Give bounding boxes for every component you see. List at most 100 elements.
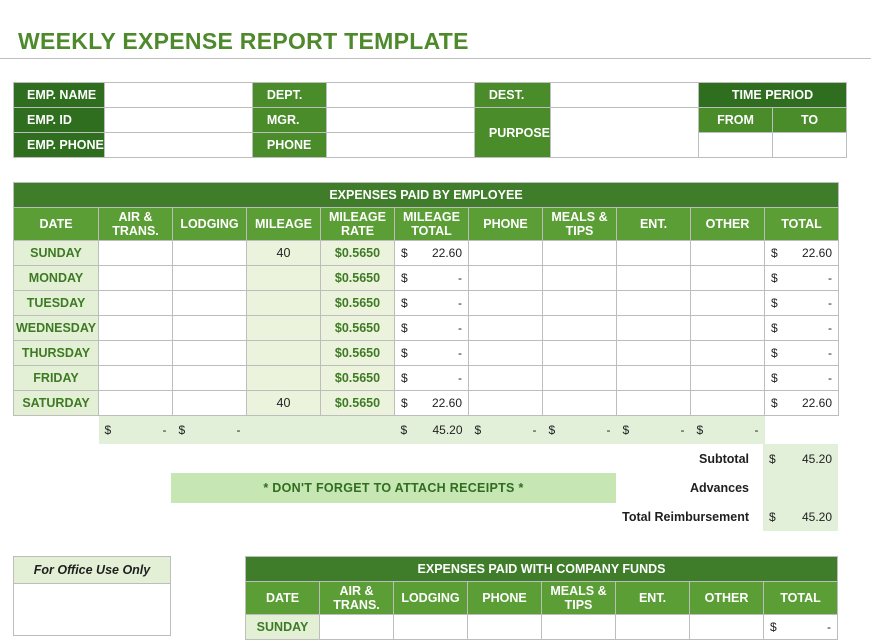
other-cell[interactable] bbox=[691, 241, 765, 266]
lodging-cell[interactable] bbox=[173, 366, 247, 391]
mgr-field[interactable] bbox=[326, 108, 474, 133]
day-label: THURSDAY bbox=[14, 341, 99, 366]
company-col-header-ent: ENT. bbox=[616, 582, 690, 615]
phone-field[interactable] bbox=[326, 133, 474, 158]
air-cell[interactable] bbox=[99, 316, 173, 341]
office-use-box: For Office Use Only bbox=[13, 556, 171, 636]
lodging-cell[interactable] bbox=[173, 241, 247, 266]
company-col-header-lodging: LODGING bbox=[394, 582, 468, 615]
lodging-cell[interactable] bbox=[173, 266, 247, 291]
sum-air: $- bbox=[99, 416, 173, 445]
lodging-cell[interactable] bbox=[173, 341, 247, 366]
company-other-cell[interactable] bbox=[690, 615, 764, 640]
purpose-field[interactable] bbox=[551, 108, 699, 158]
table-row: TUESDAY$0.5650$-$- bbox=[14, 291, 839, 316]
ent-cell[interactable] bbox=[617, 391, 691, 416]
dest-label: DEST. bbox=[474, 83, 550, 108]
meals-cell[interactable] bbox=[543, 266, 617, 291]
sum-mileage bbox=[247, 416, 321, 445]
mileage-rate-cell: $0.5650 bbox=[321, 241, 395, 266]
air-cell[interactable] bbox=[99, 341, 173, 366]
mileage-cell[interactable]: 40 bbox=[247, 241, 321, 266]
phone-cell[interactable] bbox=[469, 391, 543, 416]
to-label: TO bbox=[773, 108, 847, 133]
other-cell[interactable] bbox=[691, 366, 765, 391]
row-total-cell: $- bbox=[765, 266, 839, 291]
phone-cell[interactable] bbox=[469, 316, 543, 341]
from-label: FROM bbox=[699, 108, 773, 133]
meals-cell[interactable] bbox=[543, 391, 617, 416]
emp-id-field[interactable] bbox=[104, 108, 252, 133]
air-cell[interactable] bbox=[99, 291, 173, 316]
row-total-cell: $22.60 bbox=[765, 391, 839, 416]
receipts-reminder: * DON'T FORGET TO ATTACH RECEIPTS * bbox=[171, 473, 616, 503]
to-field[interactable] bbox=[773, 133, 847, 158]
other-cell[interactable] bbox=[691, 291, 765, 316]
company-col-header-meals-tips: MEALS & TIPS bbox=[542, 582, 616, 615]
phone-cell[interactable] bbox=[469, 241, 543, 266]
col-header-total: TOTAL bbox=[765, 208, 839, 241]
mileage-total-cell: $22.60 bbox=[395, 391, 469, 416]
sum-phone: $- bbox=[469, 416, 543, 445]
meals-cell[interactable] bbox=[543, 341, 617, 366]
air-cell[interactable] bbox=[99, 366, 173, 391]
col-header-meals-tips: MEALS & TIPS bbox=[543, 208, 617, 241]
dept-field[interactable] bbox=[326, 83, 474, 108]
mileage-cell[interactable] bbox=[247, 291, 321, 316]
meals-cell[interactable] bbox=[543, 366, 617, 391]
air-cell[interactable] bbox=[99, 266, 173, 291]
lodging-cell[interactable] bbox=[173, 291, 247, 316]
from-field[interactable] bbox=[699, 133, 773, 158]
company-meals-cell[interactable] bbox=[542, 615, 616, 640]
mileage-cell[interactable] bbox=[247, 341, 321, 366]
day-label: SATURDAY bbox=[14, 391, 99, 416]
other-cell[interactable] bbox=[691, 391, 765, 416]
subtotal-label: Subtotal bbox=[600, 452, 749, 466]
company-row: SUNDAY $- bbox=[246, 615, 838, 640]
phone-cell[interactable] bbox=[469, 266, 543, 291]
col-header-mileage-rate: MILEAGE RATE bbox=[321, 208, 395, 241]
meals-cell[interactable] bbox=[543, 241, 617, 266]
col-header-other: OTHER bbox=[691, 208, 765, 241]
air-cell[interactable] bbox=[99, 391, 173, 416]
other-cell[interactable] bbox=[691, 266, 765, 291]
mileage-cell[interactable]: 40 bbox=[247, 391, 321, 416]
employee-info-table: EMP. NAME DEPT. DEST. TIME PERIOD EMP. I… bbox=[13, 82, 847, 158]
company-ent-cell[interactable] bbox=[616, 615, 690, 640]
column-sums-row: $- $- $45.20 $- $- $- $- bbox=[14, 416, 839, 445]
emp-phone-field[interactable] bbox=[104, 133, 252, 158]
mileage-rate-cell: $0.5650 bbox=[321, 266, 395, 291]
ent-cell[interactable] bbox=[617, 266, 691, 291]
meals-cell[interactable] bbox=[543, 291, 617, 316]
lodging-cell[interactable] bbox=[173, 316, 247, 341]
other-cell[interactable] bbox=[691, 316, 765, 341]
table-row: WEDNESDAY$0.5650$-$- bbox=[14, 316, 839, 341]
phone-cell[interactable] bbox=[469, 341, 543, 366]
mileage-cell[interactable] bbox=[247, 366, 321, 391]
col-header-ent: ENT. bbox=[617, 208, 691, 241]
ent-cell[interactable] bbox=[617, 366, 691, 391]
meals-cell[interactable] bbox=[543, 316, 617, 341]
ent-cell[interactable] bbox=[617, 341, 691, 366]
emp-name-field[interactable] bbox=[104, 83, 252, 108]
company-lodging-cell[interactable] bbox=[394, 615, 468, 640]
ent-cell[interactable] bbox=[617, 316, 691, 341]
phone-cell[interactable] bbox=[469, 366, 543, 391]
air-cell[interactable] bbox=[99, 241, 173, 266]
other-cell[interactable] bbox=[691, 341, 765, 366]
advances-value[interactable] bbox=[763, 473, 838, 502]
mileage-rate-cell: $0.5650 bbox=[321, 341, 395, 366]
company-phone-cell[interactable] bbox=[468, 615, 542, 640]
sum-ent: $- bbox=[617, 416, 691, 445]
ent-cell[interactable] bbox=[617, 241, 691, 266]
dest-field[interactable] bbox=[551, 83, 699, 108]
emp-phone-label: EMP. PHONE bbox=[14, 133, 105, 158]
mileage-cell[interactable] bbox=[247, 316, 321, 341]
emp-name-label: EMP. NAME bbox=[14, 83, 105, 108]
company-air-cell[interactable] bbox=[320, 615, 394, 640]
mileage-cell[interactable] bbox=[247, 266, 321, 291]
ent-cell[interactable] bbox=[617, 291, 691, 316]
lodging-cell[interactable] bbox=[173, 391, 247, 416]
phone-cell[interactable] bbox=[469, 291, 543, 316]
employee-expenses-table: EXPENSES PAID BY EMPLOYEE DATEAIR & TRAN… bbox=[13, 182, 839, 444]
